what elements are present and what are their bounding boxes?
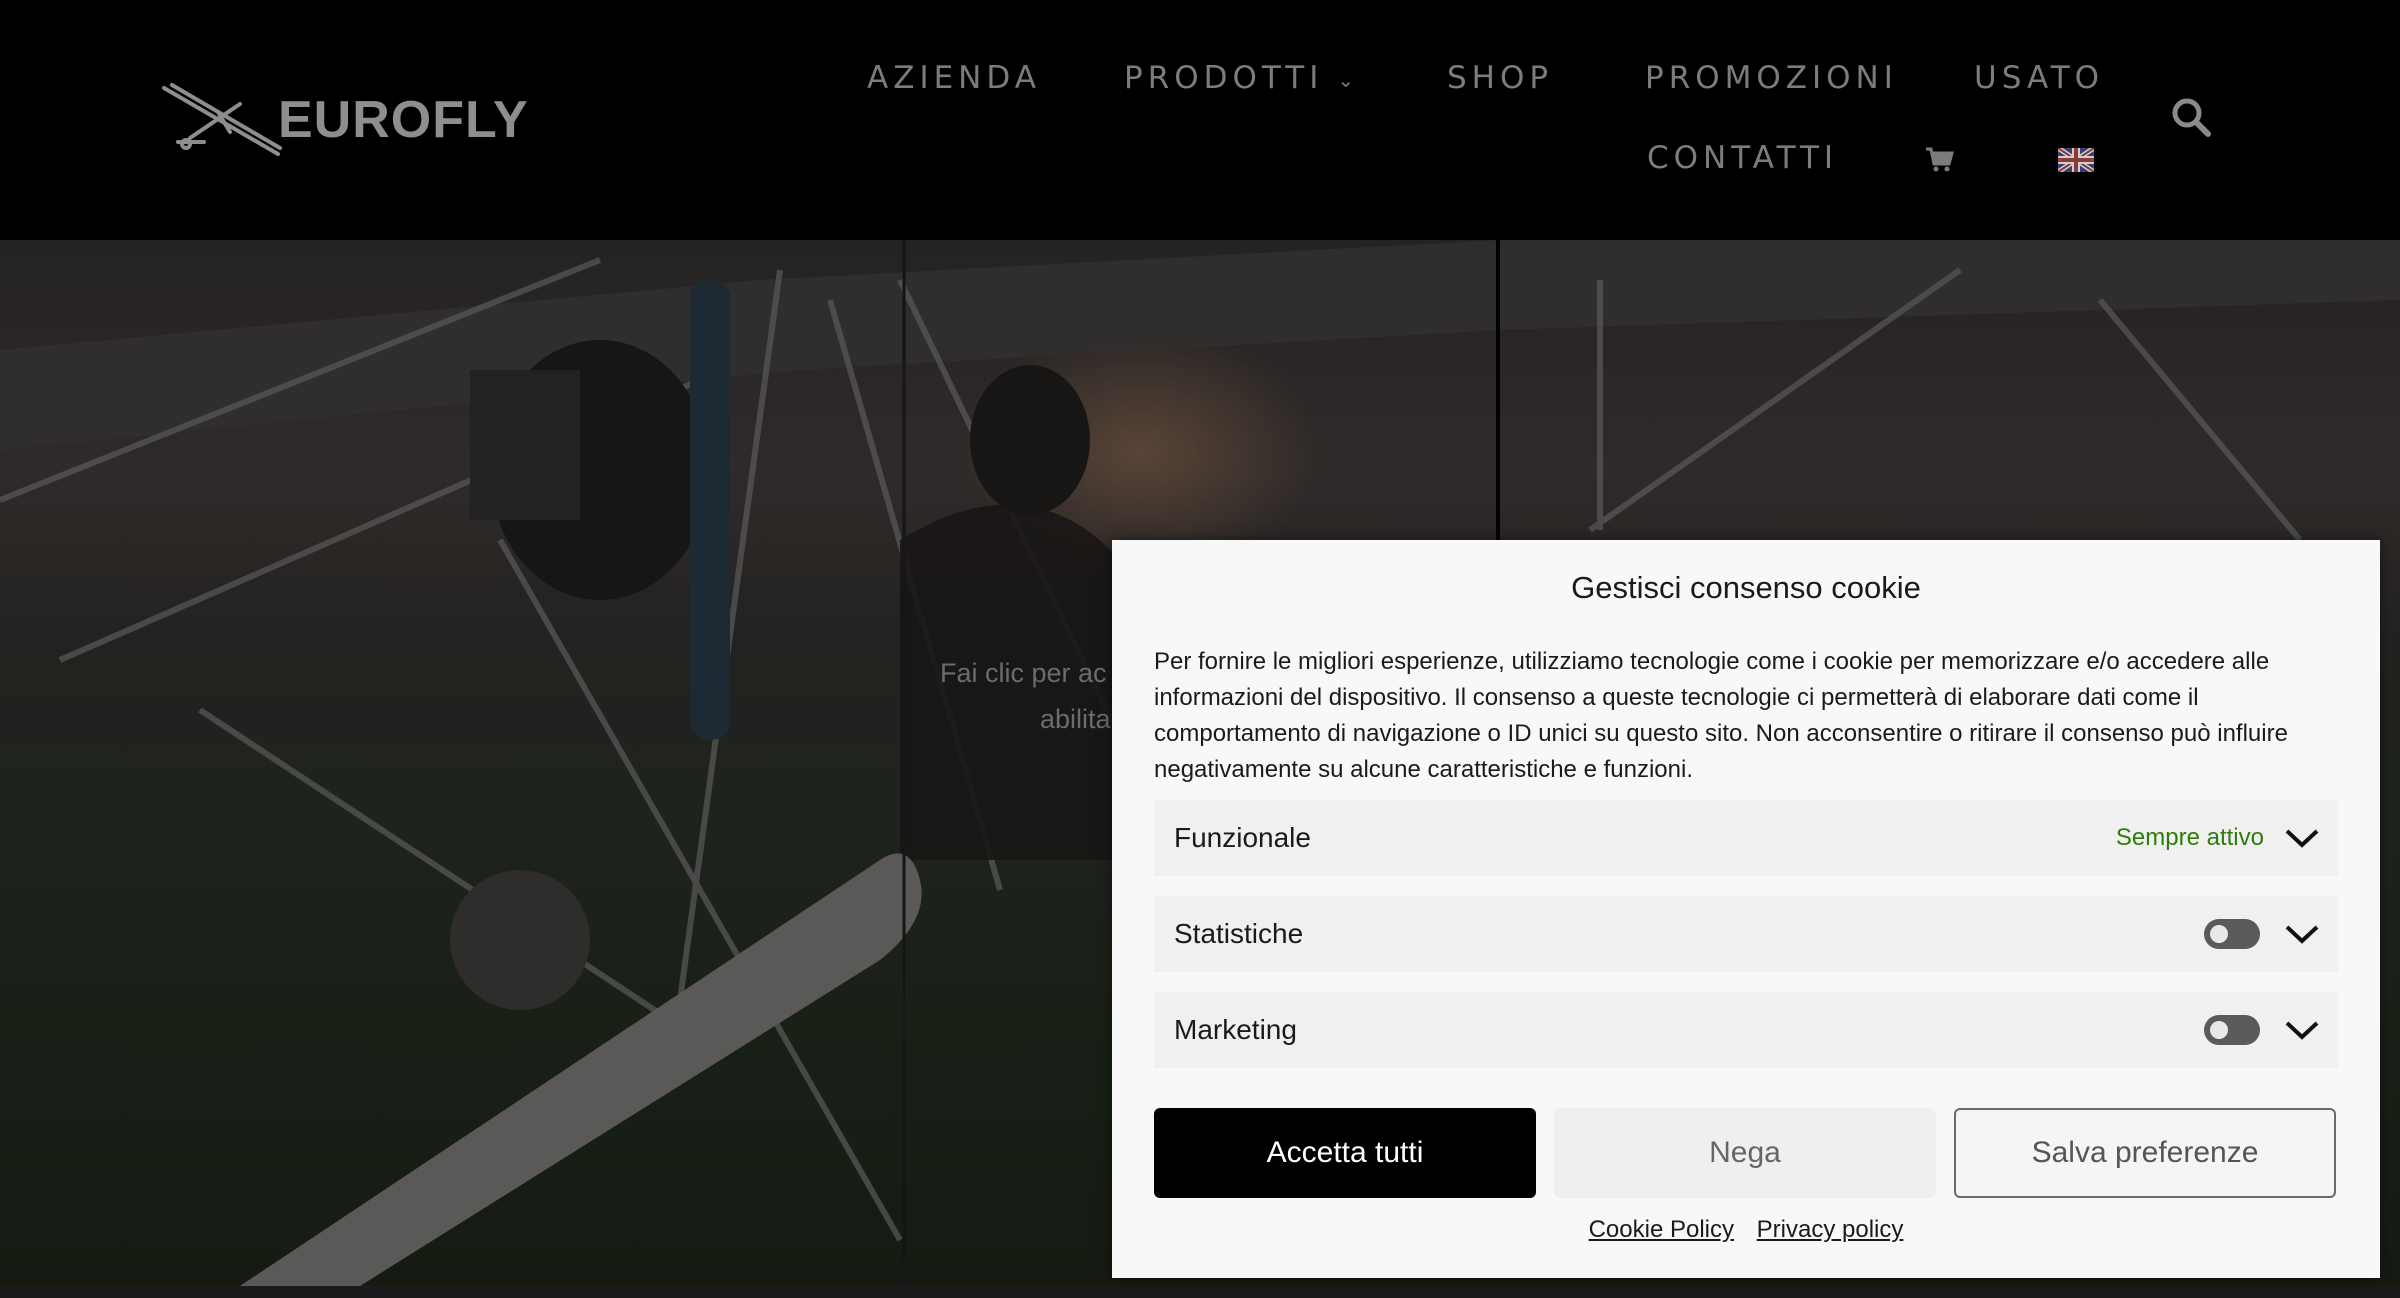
- hero-consent-placeholder-text[interactable]: Fai clic per ac abilita: [940, 650, 1120, 742]
- chevron-down-icon[interactable]: [2284, 1018, 2320, 1042]
- policy-links: Cookie Policy Privacy policy: [1112, 1216, 2380, 1244]
- category-label: Funzionale: [1174, 822, 1311, 853]
- chevron-down-icon[interactable]: [2284, 826, 2320, 850]
- site-header: EUROFLY AZIENDA PRODOTTI ⌄ SHOP PROMOZION…: [0, 0, 2400, 240]
- cookie-consent-dialog: Gestisci consenso cookie Per fornire le …: [1112, 540, 2380, 1278]
- category-label: Statistiche: [1174, 918, 1304, 949]
- category-label: Marketing: [1174, 1014, 1297, 1045]
- cookie-description: Per fornire le migliori esperienze, util…: [1154, 648, 2288, 783]
- toggle-knob: [2210, 1021, 2228, 1039]
- statistiche-toggle[interactable]: [2204, 919, 2260, 949]
- save-preferences-button[interactable]: Salva preferenze: [1954, 1108, 2336, 1198]
- cookie-title: Gestisci consenso cookie: [1571, 570, 1921, 605]
- category-marketing[interactable]: Marketing: [1154, 992, 2338, 1068]
- marketing-toggle[interactable]: [2204, 1015, 2260, 1045]
- toggle-knob: [2210, 925, 2228, 943]
- always-active-status: Sempre attivo: [2115, 824, 2264, 851]
- nav-contatti[interactable]: CONTATTI: [1647, 140, 1838, 176]
- privacy-policy-link[interactable]: Privacy policy: [1757, 1216, 1904, 1243]
- chevron-down-icon: ⌄: [1337, 67, 1360, 92]
- uk-flag-icon[interactable]: [2058, 148, 2094, 172]
- nav-prodotti[interactable]: PRODOTTI ⌄: [1124, 60, 1359, 96]
- chevron-down-icon[interactable]: [2284, 922, 2320, 946]
- hero-text-line2: abilita: [1040, 704, 1111, 734]
- page-bottom-strip: [0, 1286, 2400, 1298]
- accept-all-button[interactable]: Accetta tutti: [1154, 1108, 1536, 1198]
- nav-shop[interactable]: SHOP: [1447, 60, 1553, 96]
- nav-prodotti-label: PRODOTTI: [1124, 60, 1324, 96]
- cookie-policy-link[interactable]: Cookie Policy: [1589, 1216, 1734, 1243]
- deny-button[interactable]: Nega: [1554, 1108, 1936, 1198]
- nav-azienda[interactable]: AZIENDA: [867, 60, 1041, 96]
- nav-promozioni[interactable]: PROMOZIONI: [1645, 60, 1898, 96]
- search-icon[interactable]: [2170, 96, 2212, 138]
- logo-text: EUROFLY: [278, 91, 529, 149]
- nav-usato[interactable]: USATO: [1974, 60, 2104, 96]
- cart-icon[interactable]: [1924, 144, 1954, 174]
- hero-text-line1: Fai clic per ac: [940, 658, 1107, 688]
- category-statistiche[interactable]: Statistiche: [1154, 896, 2338, 972]
- eurofly-logo[interactable]: EUROFLY: [160, 82, 540, 158]
- category-funzionale[interactable]: Funzionale Sempre attivo: [1154, 800, 2338, 876]
- aircraft-logo-icon: [162, 83, 282, 156]
